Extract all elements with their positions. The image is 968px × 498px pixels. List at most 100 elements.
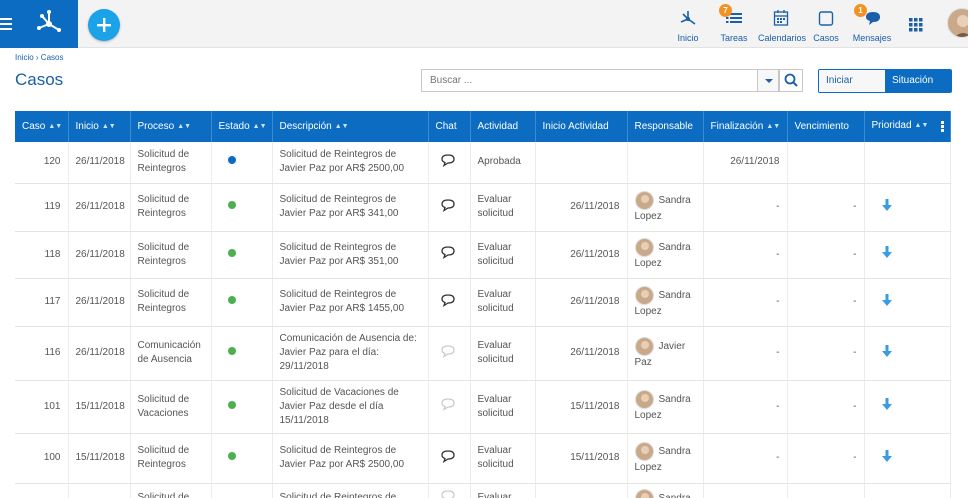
col-prioridad[interactable]: Prioridad ▲▼ [864,111,951,142]
chat[interactable] [428,142,471,184]
activity: Evaluar solicitud [470,380,536,434]
sort-icon: ▲▼ [334,122,349,130]
chat[interactable] [428,231,471,279]
status-dot-icon [227,248,236,257]
chat[interactable] [428,483,471,498]
avatar [634,488,654,498]
app-logo[interactable] [18,0,78,48]
activity-start: 26/11/2018 [535,231,628,279]
col-caso[interactable]: Caso ▲▼ [15,111,69,142]
description: Solicitud de Vacaciones de Javier Paz de… [272,380,429,434]
avatar [634,390,654,409]
case-number [15,483,69,498]
process-name: Comunicación de Ausencia [130,326,212,381]
user-avatar[interactable] [947,8,968,38]
responsible: Sandra Lopez [627,380,704,434]
search-dropdown-button[interactable] [757,69,779,92]
priority [864,326,951,381]
nav-mensajes[interactable]: 1 Mensajes [852,4,892,44]
search-icon [784,73,798,87]
activity: Aprobada [470,142,536,184]
search-input[interactable] [421,69,758,92]
add-button[interactable] [88,9,120,41]
nav-calendarios[interactable]: Calendarios [758,8,806,44]
table-row[interactable]: 119 26/11/2018 Solicitud de Reintegros Soli… [15,183,951,232]
status [211,183,273,232]
responsible [627,142,704,184]
chat[interactable] [428,433,471,484]
finish-date: - [703,433,788,484]
nav-inicio[interactable]: Inicio [676,8,700,44]
avatar [634,336,654,356]
column-label: Estado [218,121,250,132]
col-finalizacion[interactable]: Finalización ▲▼ [703,111,788,142]
priority [864,483,951,498]
arrow-down-icon [881,397,893,416]
sort-icon: ▲▼ [914,121,929,129]
nav-casos[interactable]: Casos [813,8,839,44]
finish-date: - [703,231,788,279]
case-number: 117 [15,278,69,327]
chat[interactable] [428,380,471,434]
breadcrumb[interactable]: Inicio › Casos [15,53,63,62]
responsible: Sandra [627,483,704,498]
finish-date: - [703,380,788,434]
start-date: 26/11/2018 [68,326,131,381]
nav-tareas[interactable]: 7 Tareas [719,4,749,44]
activity-start: 26/11/2018 [535,183,628,232]
col-descripcion[interactable]: Descripción ▲▼ [272,111,429,142]
priority [864,278,951,327]
view-toggle: Iniciar Caso Situación [818,69,952,93]
description: Solicitud de Reintegros de Javier Paz po… [272,278,429,327]
messages-badge: 1 [854,4,867,17]
chat-bubble-icon[interactable] [440,344,456,363]
chat[interactable] [428,326,471,381]
chat[interactable] [428,183,471,232]
due-date: - [787,380,865,434]
chat-bubble-icon[interactable] [440,293,456,312]
menu-icon[interactable] [0,0,18,48]
chat-bubble-icon[interactable] [440,489,456,498]
chat-bubble-icon[interactable] [440,153,456,172]
process-name: Solicitud de Reintegros [130,183,212,232]
process-name: Solicitud de Vacaciones [130,380,212,434]
column-options-icon[interactable] [940,120,944,133]
start-case-button[interactable]: Iniciar Caso [819,70,885,92]
col-estado[interactable]: Estado ▲▼ [211,111,273,142]
status-dot-icon [227,347,236,355]
table-row[interactable]: 118 26/11/2018 Solicitud de Reintegros Soli… [15,231,951,279]
status-dot-icon [227,452,236,460]
table-row[interactable]: Solicitud de Solicitud de Reintegros de Ev… [15,483,951,498]
case-number: 100 [15,433,69,484]
table-row[interactable]: 120 26/11/2018 Solicitud de Reintegros Soli… [15,142,951,184]
finish-date [703,483,788,498]
table-row[interactable]: 101 15/11/2018 Solicitud de Vacaciones Soli… [15,380,951,434]
start-date: 26/11/2018 [68,278,131,327]
situation-button[interactable]: Situación [885,70,951,92]
col-proceso[interactable]: Proceso ▲▼ [130,111,212,142]
apps-grid-icon[interactable] [909,18,923,35]
chat-bubble-icon[interactable] [440,449,456,468]
table-row[interactable]: 116 26/11/2018 Comunicación de Ausencia Com… [15,326,951,381]
column-label: Finalización [710,121,764,132]
chat-bubble-icon[interactable] [440,245,456,264]
responsible: Javier Paz [627,326,704,381]
column-label: Inicio Actividad [542,121,609,132]
chat[interactable] [428,278,471,327]
column-label: Vencimiento [794,121,849,132]
priority [864,380,951,434]
avatar [634,285,654,305]
activity-start: 26/11/2018 [535,326,628,381]
col-inicio[interactable]: Inicio ▲▼ [68,111,131,142]
search-button[interactable] [779,69,803,92]
description: Solicitud de Reintegros de Javier Paz po… [272,433,429,484]
status-dot-icon [227,201,236,209]
due-date: - [787,433,865,484]
table-row[interactable]: 100 15/11/2018 Solicitud de Reintegros Soli… [15,433,951,484]
table-row[interactable]: 117 26/11/2018 Solicitud de Reintegros Soli… [15,278,951,327]
sort-icon: ▲▼ [101,122,116,130]
column-label: Descripción [279,121,332,132]
chat-bubble-icon[interactable] [440,397,456,416]
status [211,380,273,434]
chat-bubble-icon[interactable] [440,198,456,217]
